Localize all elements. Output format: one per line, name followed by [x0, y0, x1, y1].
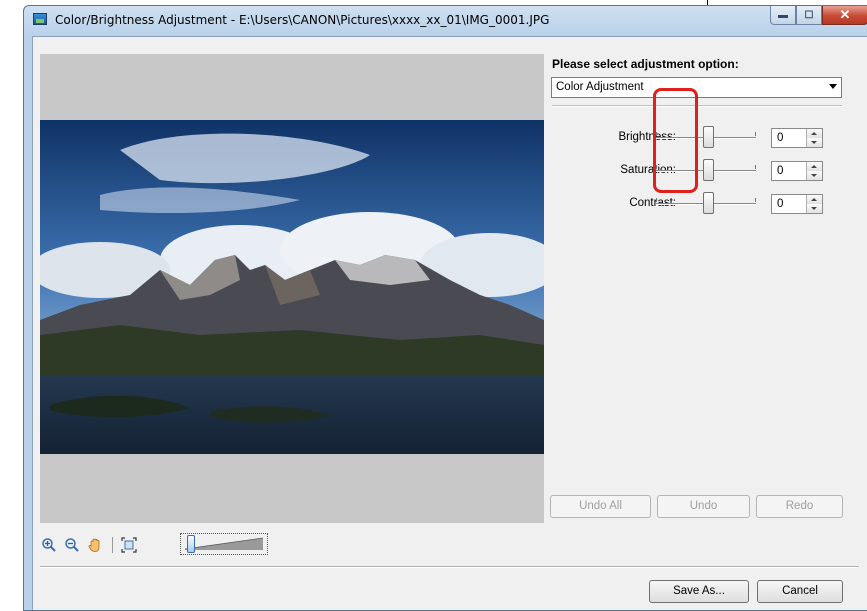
contrast-tick-max: [755, 198, 756, 202]
preview-toolbar: [41, 533, 144, 557]
brightness-value: 0: [777, 132, 784, 144]
brightness-down-arrow[interactable]: [807, 138, 822, 147]
contrast-up-arrow[interactable]: [807, 195, 822, 204]
brightness-spinbox[interactable]: 0: [771, 128, 823, 148]
contrast-slider-thumb[interactable]: [703, 192, 714, 214]
cancel-button[interactable]: Cancel: [757, 580, 843, 603]
saturation-up-arrow[interactable]: [807, 162, 822, 171]
window-title: Color/Brightness Adjustment - E:\Users\C…: [55, 13, 550, 27]
brightness-slider-thumb[interactable]: [703, 126, 714, 148]
zoom-slider[interactable]: [180, 533, 268, 555]
close-button[interactable]: ✕: [822, 6, 867, 25]
zoom-wedge-icon: [185, 537, 263, 550]
brightness-row: Brightness: 0: [552, 126, 842, 150]
undo-all-button[interactable]: Undo All: [550, 495, 651, 518]
hand-pan-icon[interactable]: [87, 537, 103, 553]
panel-divider: [552, 105, 842, 107]
title-bar: Color/Brightness Adjustment - E:\Users\C…: [24, 6, 867, 34]
contrast-value: 0: [777, 198, 784, 210]
image-preview[interactable]: [40, 54, 544, 523]
brightness-tick-max: [755, 132, 756, 136]
zoom-out-icon[interactable]: [64, 537, 80, 553]
saturation-spinbox[interactable]: 0: [771, 161, 823, 181]
dialog-window: Color/Brightness Adjustment - E:\Users\C…: [23, 5, 867, 611]
saturation-tick-min: [656, 165, 657, 169]
zoom-slider-thumb[interactable]: [187, 535, 195, 553]
redo-button[interactable]: Redo: [756, 495, 843, 518]
saturation-value: 0: [777, 165, 784, 177]
fit-to-window-icon[interactable]: [121, 537, 137, 553]
saturation-row: Saturation: 0: [552, 159, 842, 183]
contrast-row: Contrast: 0: [552, 192, 842, 216]
app-icon: [33, 13, 47, 25]
footer-divider: [40, 566, 859, 568]
contrast-down-arrow[interactable]: [807, 204, 822, 213]
dialog-client-area: Please select adjustment option: Color A…: [32, 36, 867, 610]
saturation-tick-max: [755, 165, 756, 169]
save-as-button[interactable]: Save As...: [649, 580, 749, 603]
adjustment-option-value: Color Adjustment: [556, 81, 644, 93]
adjustment-option-label: Please select adjustment option:: [552, 57, 739, 71]
adjustment-option-select[interactable]: Color Adjustment: [551, 77, 842, 98]
zoom-in-icon[interactable]: [41, 537, 57, 553]
contrast-tick-min: [656, 198, 657, 202]
landscape-photo-icon: [40, 120, 544, 454]
brightness-tick-min: [656, 132, 657, 136]
contrast-spinbox[interactable]: 0: [771, 194, 823, 214]
saturation-slider-thumb[interactable]: [703, 159, 714, 181]
saturation-down-arrow[interactable]: [807, 171, 822, 180]
undo-button[interactable]: Undo: [657, 495, 750, 518]
brightness-up-arrow[interactable]: [807, 129, 822, 138]
chevron-down-icon: [829, 84, 837, 89]
toolbar-separator: [112, 537, 113, 553]
minimize-button[interactable]: ▬: [770, 6, 796, 25]
preview-photo: [40, 120, 544, 454]
window-controls: ▬ ☐ ✕: [770, 6, 867, 27]
maximize-button[interactable]: ☐: [796, 6, 822, 25]
